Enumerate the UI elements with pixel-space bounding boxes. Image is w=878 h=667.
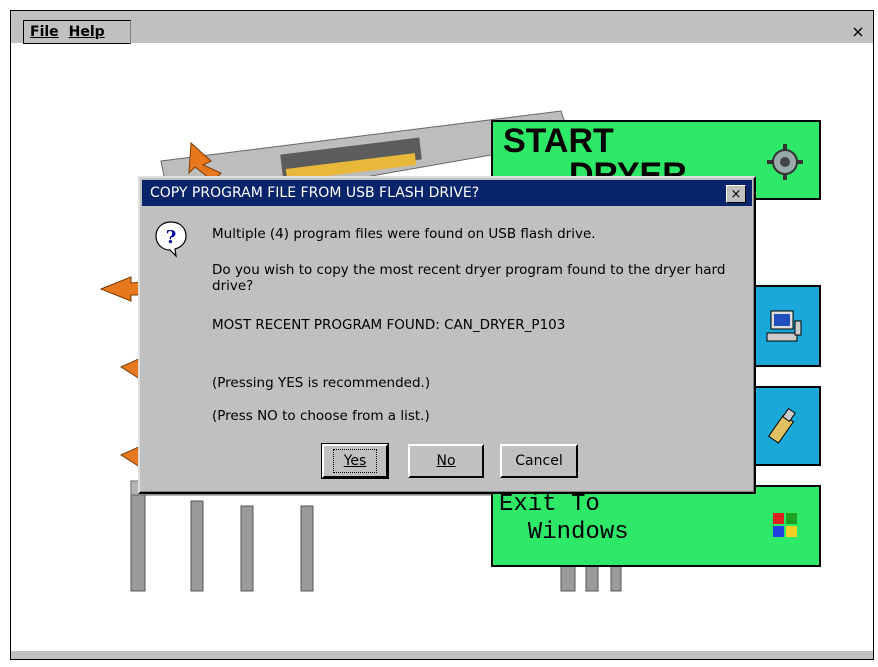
- dialog-message-line1: Multiple (4) program files were found on…: [212, 226, 596, 242]
- menu-bar: File Help ×: [11, 11, 873, 44]
- yes-button-label: Yes: [332, 449, 378, 473]
- dialog-message-line5: (Press NO to choose from a list.): [212, 408, 430, 424]
- bottom-bar: [11, 651, 873, 659]
- menu-file[interactable]: File: [30, 24, 59, 40]
- dialog-close-button[interactable]: ×: [726, 185, 746, 203]
- exit-to-windows-button[interactable]: Exit To Windows: [491, 485, 821, 567]
- gear-icon: [767, 144, 803, 180]
- start-dryer-line1: START: [503, 122, 614, 160]
- windows-logo-icon: [773, 513, 797, 537]
- menu-group: File Help: [23, 20, 131, 44]
- no-button-label: No: [436, 453, 456, 469]
- dialog-title: COPY PROGRAM FILE FROM USB FLASH DRIVE?: [150, 185, 480, 201]
- no-button[interactable]: No: [408, 444, 484, 478]
- cancel-button[interactable]: Cancel: [500, 444, 578, 478]
- dialog-message-line2: Do you wish to copy the most recent drye…: [212, 262, 726, 294]
- computer-icon: [766, 310, 802, 342]
- dialog-message-line3: MOST RECENT PROGRAM FOUND: CAN_DRYER_P10…: [212, 317, 566, 333]
- window-close-button[interactable]: ×: [847, 20, 869, 42]
- copy-program-dialog: COPY PROGRAM FILE FROM USB FLASH DRIVE? …: [138, 176, 756, 494]
- usb-drive-icon: [767, 408, 796, 444]
- svg-text:?: ?: [166, 227, 177, 248]
- cancel-button-label: Cancel: [515, 453, 563, 469]
- dialog-message-line4: (Pressing YES is recommended.): [212, 375, 431, 391]
- dialog-title-bar: COPY PROGRAM FILE FROM USB FLASH DRIVE? …: [142, 180, 752, 206]
- exit-to-windows-label: Exit To Windows: [499, 491, 629, 546]
- menu-help[interactable]: Help: [69, 24, 105, 40]
- yes-button[interactable]: Yes: [321, 443, 389, 479]
- question-icon: ?: [155, 221, 187, 258]
